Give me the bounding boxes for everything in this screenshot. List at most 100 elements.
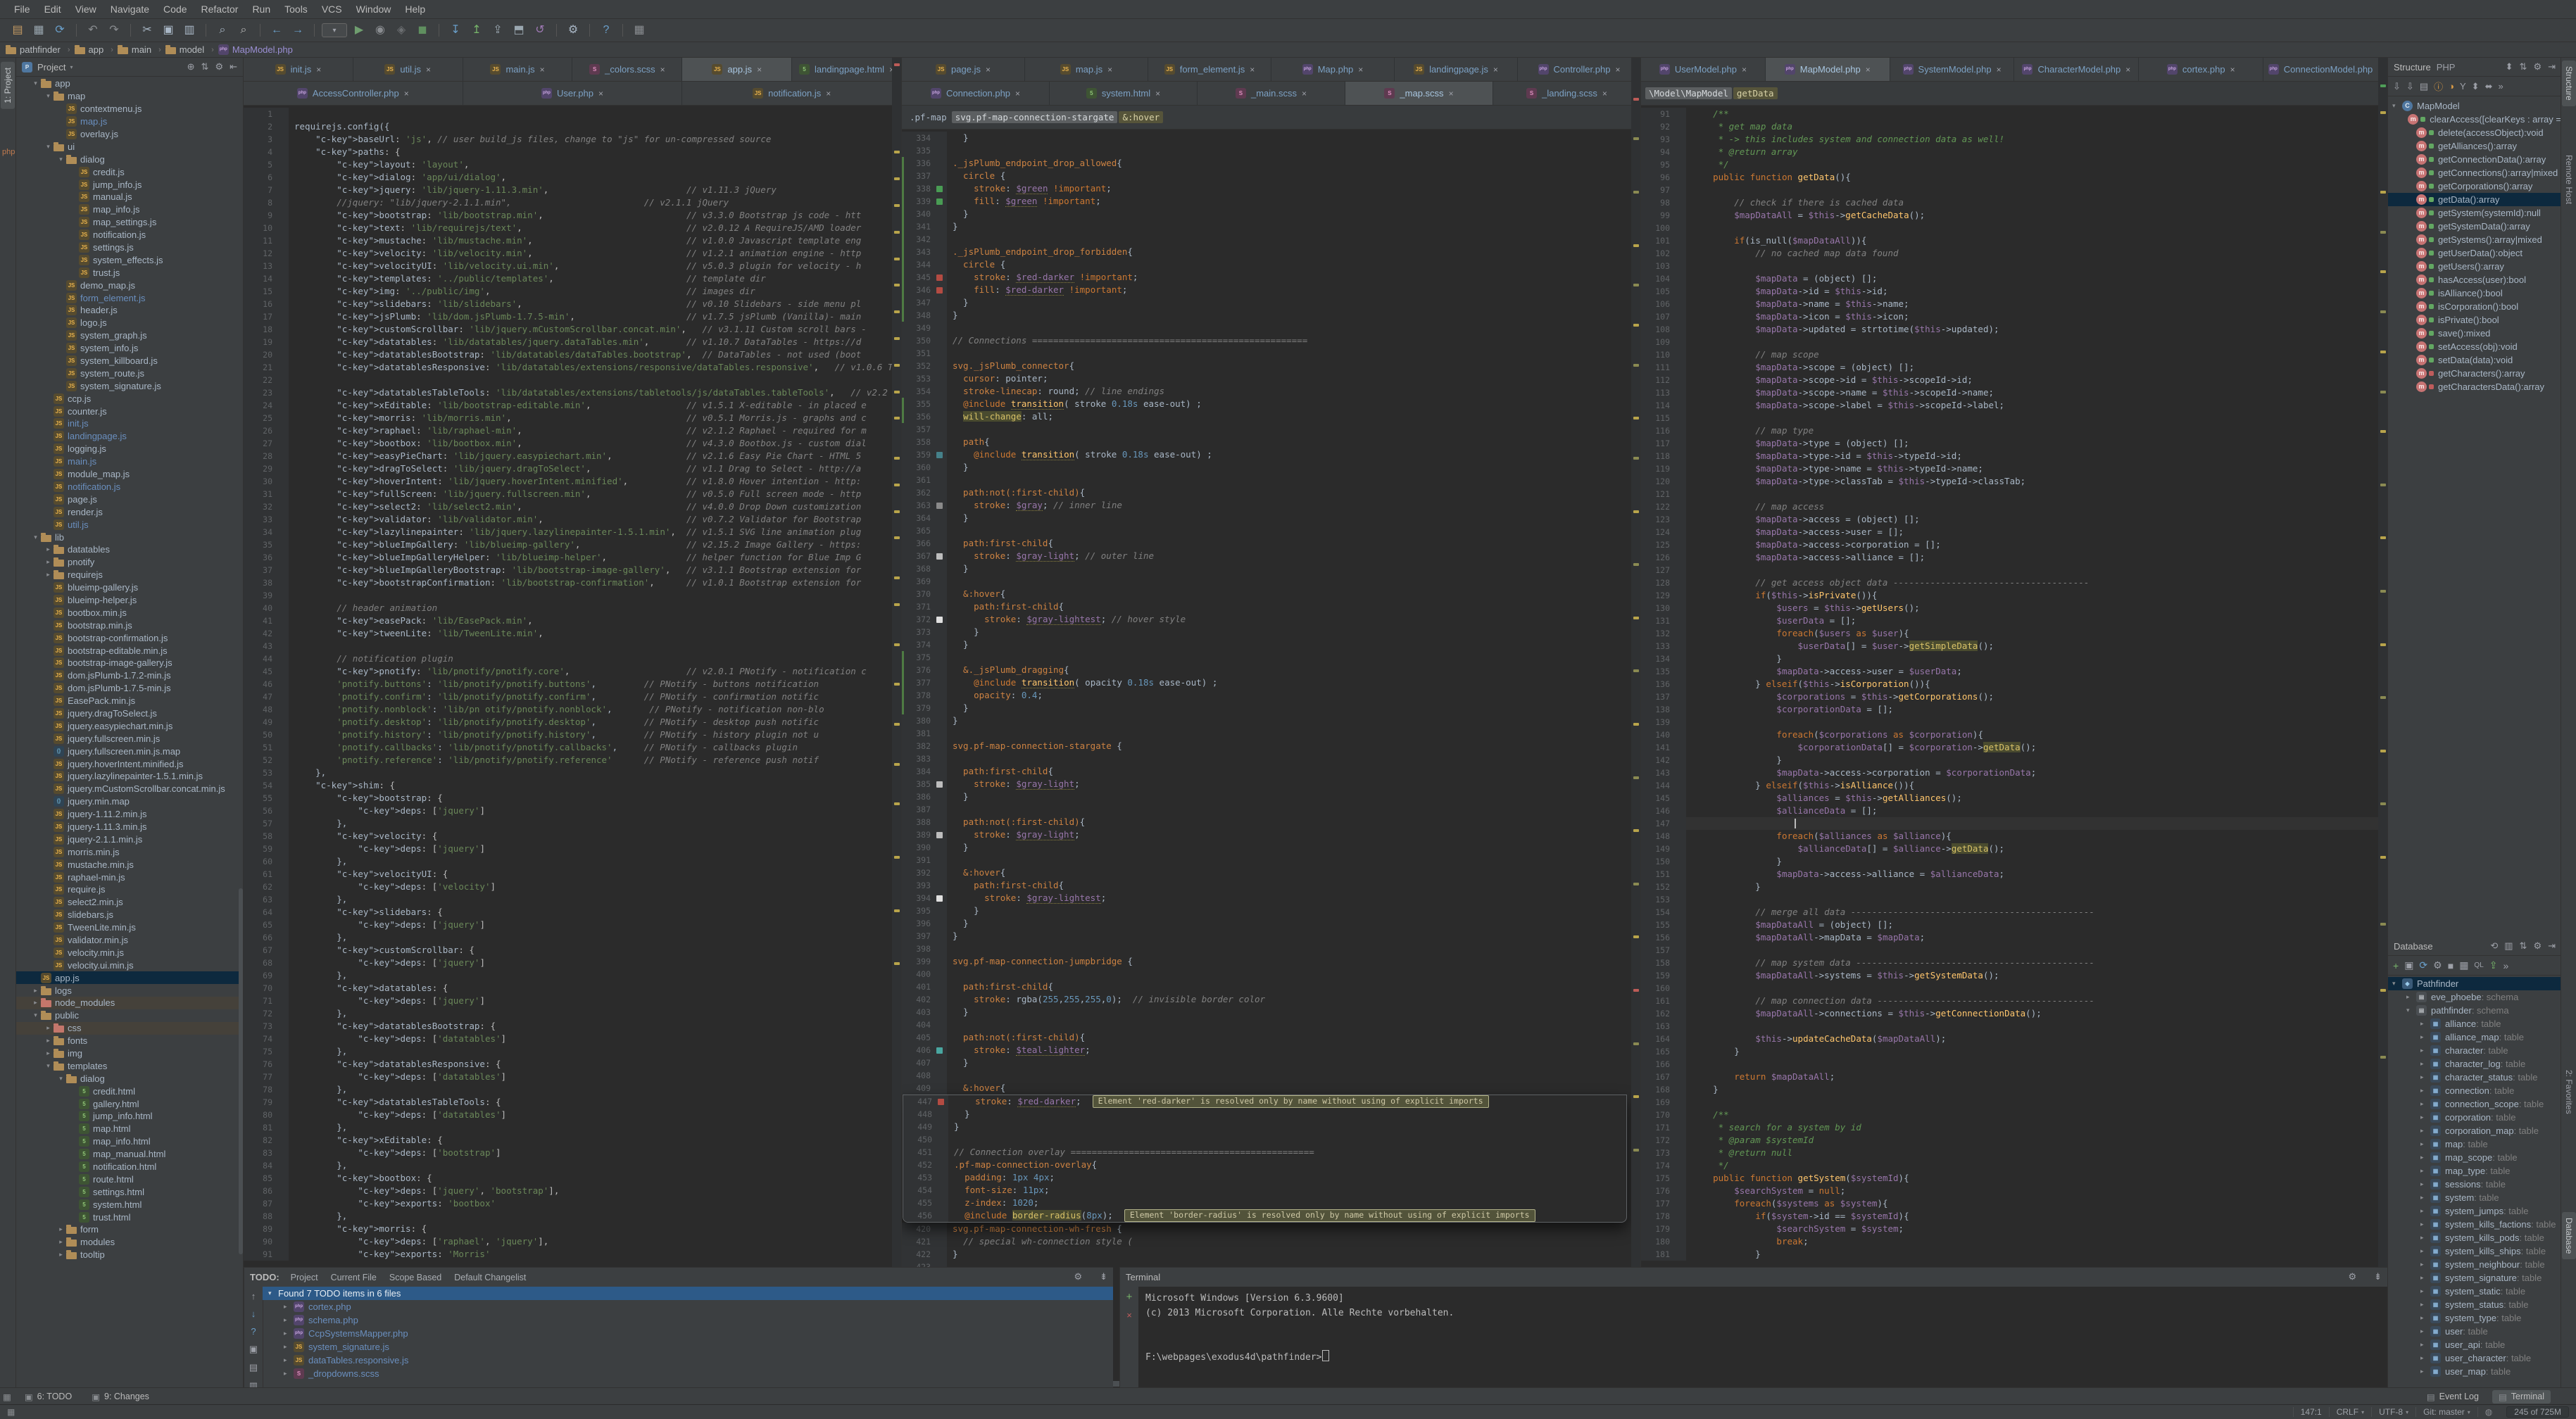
hide-panel-icon[interactable]: ⇤	[230, 61, 237, 72]
structure-item[interactable]: mgetUserData():object	[2388, 246, 2561, 260]
save-icon[interactable]: ▦	[30, 21, 48, 39]
find-icon[interactable]: ⌕	[213, 21, 232, 39]
todo-file[interactable]: ▸phpCcpSystemsMapper.php	[263, 1327, 1113, 1340]
caret-position[interactable]: 147:1	[2293, 1407, 2329, 1417]
code-area[interactable]: 334 }335336._jsPlumb_endpoint_drop_allow…	[902, 130, 1631, 1380]
project-tree-item[interactable]: JSsystem_graph.js	[16, 329, 239, 342]
editor-tab-AccessController.php[interactable]: phpAccessController.php×	[244, 82, 463, 105]
db-tree-item[interactable]: ▸▤eve_phoebe: schema	[2388, 990, 2561, 1004]
profile-icon[interactable]: ◈	[392, 21, 410, 39]
structure-item[interactable]: mgetCharacters():array	[2388, 367, 2561, 380]
project-tree-item[interactable]: ▸requirejs	[16, 569, 239, 581]
editor-tab-MapModel.php[interactable]: phpMapModel.php×	[1766, 58, 1890, 81]
toolwindow-tab-remote-host[interactable]: Remote Host	[2562, 149, 2576, 210]
terminal-prompt[interactable]: F:\webpages\exodus4d\pathfinder>	[1145, 1350, 2380, 1365]
breadcrumb-item[interactable]: app	[75, 44, 104, 55]
db-tool-icon-3[interactable]: ⚙	[2433, 959, 2442, 971]
close-tab-icon[interactable]: ×	[1250, 65, 1255, 75]
db-tree-item[interactable]: ▸▦connection_scope: table	[2388, 1097, 2561, 1111]
close-tab-icon[interactable]: ×	[1015, 89, 1020, 99]
project-tree-item[interactable]: JSjquery-2.1.1.min.js	[16, 833, 239, 845]
project-tree-item[interactable]: JStrust.js	[16, 266, 239, 279]
db-tree-item[interactable]: ▸▦character: table	[2388, 1044, 2561, 1057]
db-tree-item[interactable]: ▸▦user_map: table	[2388, 1365, 2561, 1378]
vcs-branch-widget[interactable]: Git: master▾	[2415, 1407, 2477, 1417]
code-area[interactable]: 12requirejs.config({3 "c-key">baseUrl: '…	[244, 106, 892, 1380]
project-tree-item[interactable]: JSmorris.min.js	[16, 845, 239, 858]
editor-tab-_colors.scss[interactable]: S_colors.scss×	[572, 58, 682, 81]
editor-tab-util.js[interactable]: JSutil.js×	[353, 58, 463, 81]
project-tree-item[interactable]: ▾ui	[16, 140, 239, 153]
db-tree-item[interactable]: ▸▦system_kills_factions: table	[2388, 1218, 2561, 1231]
project-tree-item[interactable]: JSsystem_route.js	[16, 367, 239, 379]
editor-tab-_landing.scss[interactable]: S_landing.scss×	[1493, 82, 1641, 105]
paste-icon[interactable]: ▥	[180, 21, 199, 39]
project-tree-item[interactable]: ▸pnotify	[16, 556, 239, 569]
db-tool-icon-5[interactable]: ▦	[2459, 959, 2468, 971]
todo-file[interactable]: ▸JSsystem_signature.js	[263, 1340, 1113, 1354]
project-view-dropdown-icon[interactable]: ▾	[70, 64, 73, 70]
editor-right[interactable]: phpUserModel.php×phpMapModel.php×phpSyst…	[1640, 58, 2388, 1388]
structure-tool-icon-3[interactable]: ⓘ	[2434, 80, 2443, 93]
close-tab-icon[interactable]: ×	[540, 65, 545, 75]
db-tree-item[interactable]: ▸▦system_status: table	[2388, 1298, 2561, 1311]
menu-code[interactable]: Code	[156, 2, 194, 16]
project-tree-item[interactable]: 5notification.html	[16, 1161, 239, 1173]
help-icon[interactable]: ?	[597, 21, 615, 39]
project-tree-item[interactable]: ▾public	[16, 1009, 239, 1022]
memory-indicator[interactable]: 245 of 725M	[2506, 1406, 2569, 1418]
project-tree-item[interactable]: ▾map	[16, 90, 239, 103]
toolwindow-switcher-icon[interactable]: ▦	[7, 1407, 15, 1417]
project-tree-item[interactable]: ▸modules	[16, 1236, 239, 1249]
structure-tool-icon-8[interactable]: »	[2498, 81, 2503, 92]
structure-item[interactable]: mgetSystem(systemId):null	[2388, 206, 2561, 220]
db-tree-item[interactable]: ▸▦alliance_map: table	[2388, 1030, 2561, 1044]
project-tree-item[interactable]: 5gallery.html	[16, 1097, 239, 1110]
close-tab-icon[interactable]: ×	[1997, 65, 2002, 75]
structure-item[interactable]: mgetCharactersData():array	[2388, 380, 2561, 393]
project-tree-item[interactable]: JSoverlay.js	[16, 128, 239, 141]
project-tree-item[interactable]: JSjquery-1.11.3.min.js	[16, 821, 239, 833]
close-tab-icon[interactable]: ×	[2230, 65, 2235, 75]
toolwindow-tab-structure[interactable]: Structure	[2562, 61, 2576, 106]
todo-tab-Current File[interactable]: Current File	[331, 1273, 377, 1282]
structure-item[interactable]: misAlliance():bool	[2388, 286, 2561, 300]
panel-settings-icon[interactable]: ⚙	[2348, 1271, 2356, 1282]
menu-refactor[interactable]: Refactor	[194, 2, 246, 16]
close-tab-icon[interactable]: ×	[1615, 65, 1620, 75]
project-tree-item[interactable]: JSjquery.easypiechart.min.js	[16, 719, 239, 732]
structure-tool-icon-4[interactable]: ◑	[2449, 81, 2454, 92]
db-tree-item[interactable]: ▸▦map: table	[2388, 1137, 2561, 1151]
project-tree-item[interactable]: JSnotification.js	[16, 481, 239, 493]
project-tree-item[interactable]: JSheader.js	[16, 304, 239, 317]
project-tree-item[interactable]: ▸css	[16, 1022, 239, 1035]
project-tree-item[interactable]: JSsystem_signature.js	[16, 379, 239, 392]
deploy-icon[interactable]: ⇪	[489, 21, 507, 39]
undo-icon[interactable]: ↶	[84, 21, 102, 39]
close-tab-icon[interactable]: ×	[1493, 65, 1498, 75]
project-tree-item[interactable]: JSTweenLite.min.js	[16, 921, 239, 934]
error-stripe[interactable]	[892, 58, 902, 1388]
project-tree-item[interactable]: JSbootstrap-confirmation.js	[16, 631, 239, 644]
project-tree-item[interactable]: ▾dialog	[16, 1072, 239, 1085]
close-tab-icon[interactable]: ×	[1358, 65, 1363, 75]
editor-tab-main.js[interactable]: JSmain.js×	[463, 58, 573, 81]
db-tree-item[interactable]: ▸▦system_jumps: table	[2388, 1204, 2561, 1218]
todo-tab-Project[interactable]: Project	[291, 1273, 318, 1282]
close-tab-icon[interactable]: ×	[598, 89, 603, 99]
vcs-commit-icon[interactable]: ↥	[467, 21, 486, 39]
editor-tab-_main.scss[interactable]: S_main.scss×	[1198, 82, 1345, 105]
stop-icon[interactable]: ◼	[413, 21, 432, 39]
toolwindow-tab-favorites[interactable]: 2: Favorites	[2562, 1064, 2576, 1120]
project-tree-item[interactable]: JSjquery.dragToSelect.js	[16, 707, 239, 720]
encoding-selector[interactable]: UTF-8▾	[2371, 1407, 2415, 1417]
todo-tab-Scope Based[interactable]: Scope Based	[389, 1273, 441, 1282]
structure-tool-icon-1[interactable]: ⇩	[2406, 81, 2414, 92]
project-structure-icon[interactable]: ▦	[630, 21, 648, 39]
open-icon[interactable]: ▤	[8, 21, 27, 39]
project-tree-item[interactable]: JSsettings.js	[16, 241, 239, 254]
db-tree-item[interactable]: ▸▦user: table	[2388, 1325, 2561, 1338]
db-tree-item[interactable]: ▸▦system_static: table	[2388, 1285, 2561, 1298]
group-icon[interactable]: ▤	[249, 1362, 258, 1373]
panel-settings-icon[interactable]: ⚙	[215, 61, 223, 72]
